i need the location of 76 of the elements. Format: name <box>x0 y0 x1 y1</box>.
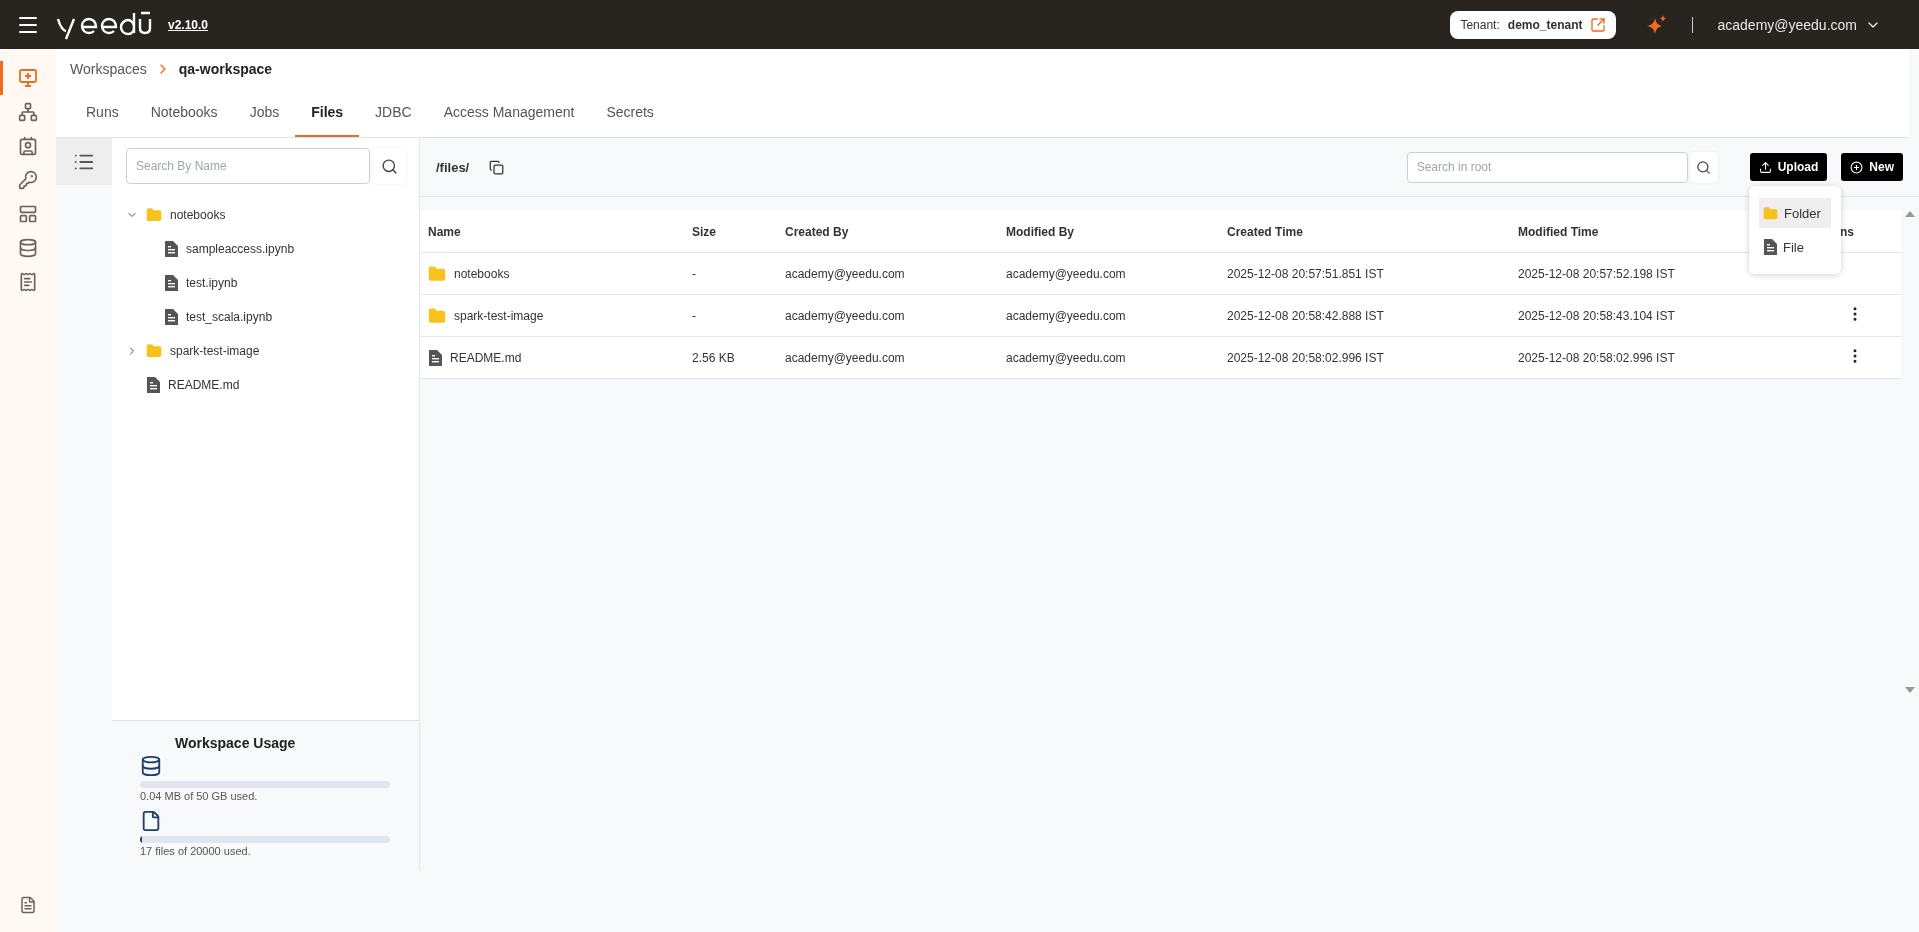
breadcrumb-current: qa-workspace <box>178 61 273 77</box>
file-icon <box>1763 239 1777 255</box>
folder-icon <box>146 207 162 223</box>
table-cell-text: academy@yeedu.com <box>785 308 906 323</box>
table-cell-text: - <box>692 308 697 323</box>
file-name[interactable]: notebooks <box>454 266 510 281</box>
search-field[interactable]: Search in root <box>1406 151 1688 183</box>
user-menu[interactable]: academy@yeedu.com <box>1717 16 1881 33</box>
usage-reading: 0.04 MB of 50 GB used. <box>140 790 259 802</box>
table-cell-text: academy@yeedu.com <box>1006 308 1127 323</box>
tab[interactable]: Access Management <box>427 89 591 137</box>
tree-item[interactable]: notebooks <box>170 208 226 222</box>
column-header: Modified Time <box>1518 224 1600 239</box>
table-cell-text: 2.56 KB <box>692 350 736 365</box>
table-cell-text: 2025-12-08 20:57:51.851 IST <box>1227 266 1385 281</box>
file-icon <box>140 810 162 832</box>
folder-icon <box>428 264 446 283</box>
folder-icon <box>146 343 162 359</box>
current-path: /files/ <box>436 159 470 175</box>
version-link[interactable]: v2.10.0 <box>168 17 209 32</box>
scroll-up-icon[interactable] <box>1905 211 1915 217</box>
new-button[interactable]: New <box>1841 153 1903 181</box>
file-icon <box>164 309 178 325</box>
table-cell-text: 2025-12-08 20:58:43.104 IST <box>1518 308 1676 323</box>
table-cell-text: academy@yeedu.com <box>785 266 906 281</box>
upload-button[interactable]: Upload <box>1749 153 1828 181</box>
tree-item[interactable]: test_scala.ipynb <box>186 310 273 324</box>
tab[interactable]: Notebooks <box>134 89 234 137</box>
column-header: Created By <box>785 224 850 239</box>
folder-icon <box>1763 205 1778 221</box>
table-cell-text: academy@yeedu.com <box>1006 350 1127 365</box>
table-cell-text: 2025-12-08 20:58:02.996 IST <box>1227 350 1385 365</box>
file-name[interactable]: README.md <box>450 350 522 365</box>
search-button[interactable] <box>372 148 406 184</box>
table-cell-text: academy@yeedu.com <box>1006 266 1127 281</box>
file-icon <box>164 241 178 257</box>
external-link-icon <box>1590 16 1607 33</box>
usage-title: Workspace Usage <box>175 735 297 751</box>
tree-item[interactable]: sampleaccess.ipynb <box>186 242 295 256</box>
tab[interactable]: Jobs <box>233 89 296 137</box>
tree-item[interactable]: spark-test-image <box>170 344 260 358</box>
table-cell-text: 2025-12-08 20:58:42.888 IST <box>1227 308 1385 323</box>
tab[interactable]: Secrets <box>590 89 670 137</box>
search-field[interactable]: Search By Name <box>126 148 370 184</box>
table-cell-text: - <box>692 266 697 281</box>
scroll-down-icon[interactable] <box>1905 687 1915 693</box>
tree-item[interactable]: test.ipynb <box>186 276 238 290</box>
upload-icon <box>1758 160 1772 174</box>
search-button[interactable] <box>1689 151 1718 183</box>
database-icon <box>140 755 162 777</box>
copy-icon[interactable] <box>489 159 505 175</box>
file-icon <box>164 275 178 291</box>
usage-reading: 17 files of 20000 used. <box>140 845 252 857</box>
search-icon <box>1696 159 1712 175</box>
tab[interactable]: Runs <box>70 89 135 137</box>
breadcrumb-link[interactable]: Workspaces <box>70 61 147 77</box>
column-header: Size <box>692 224 717 239</box>
column-header: Created Time <box>1227 224 1304 239</box>
file-icon <box>146 377 160 393</box>
list-view-button[interactable] <box>56 138 112 185</box>
column-header: Modified By <box>1006 224 1075 239</box>
column-header: ns <box>1839 224 1854 239</box>
column-header: Name <box>428 224 462 239</box>
tab[interactable]: JDBC <box>359 89 428 137</box>
table-cell-text: 2025-12-08 20:57:52.198 IST <box>1518 266 1676 281</box>
file-name[interactable]: spark-test-image <box>454 308 544 323</box>
table-cell-text: academy@yeedu.com <box>785 350 906 365</box>
tenant-badge[interactable]: Tenant: demo_tenant <box>1450 10 1617 39</box>
search-icon <box>380 157 398 175</box>
menu-item[interactable]: Folder <box>1759 198 1831 228</box>
file-icon <box>428 349 442 366</box>
menu-item[interactable]: File <box>1759 232 1831 262</box>
folder-icon <box>428 306 446 325</box>
tree-item[interactable]: README.md <box>168 378 240 392</box>
table-cell-text: 2025-12-08 20:58:02.996 IST <box>1518 350 1676 365</box>
plus-circle-icon <box>1850 160 1864 174</box>
